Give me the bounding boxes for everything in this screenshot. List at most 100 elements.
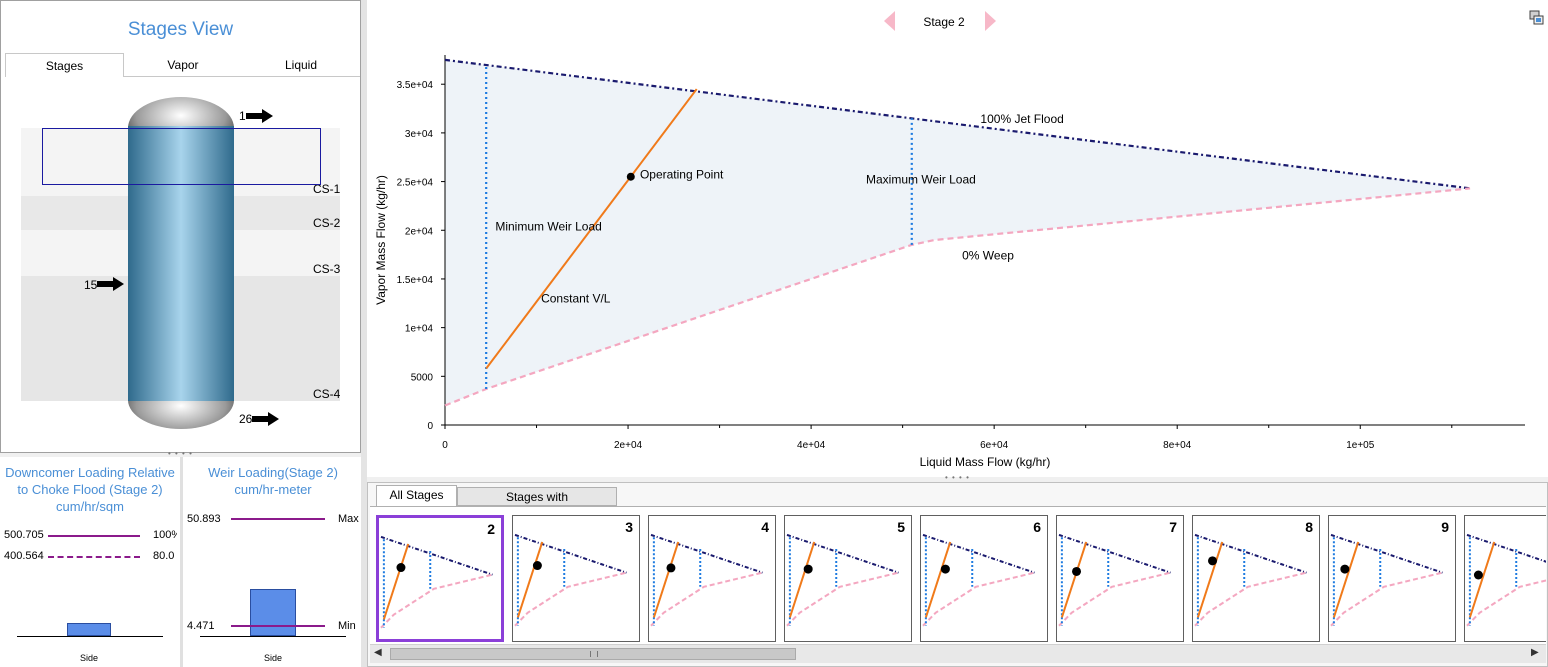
- y-tick-label: 0: [427, 421, 433, 432]
- stage-thumb[interactable]: 5: [784, 515, 912, 642]
- downcomer-units: cum/hr/sqm: [56, 499, 124, 514]
- thumb-weep-line: [650, 571, 763, 627]
- thumb-operating-point: [940, 564, 950, 574]
- y-tick-label: 2.5e+04: [397, 178, 434, 189]
- thumb-weep-line: [922, 571, 1035, 627]
- cs-2-label: CS-2: [313, 216, 341, 230]
- weir-max-line: [231, 518, 325, 520]
- stage-thumb[interactable]: 9: [1328, 515, 1456, 642]
- weir-min-value: 4.471: [187, 620, 215, 632]
- prev-stage-arrow-icon[interactable]: [884, 11, 896, 31]
- thumb-operating-point: [532, 561, 542, 571]
- stage-thumb[interactable]: 7: [1056, 515, 1184, 642]
- thumb-vl-line: [516, 541, 544, 618]
- x-tick-label: 4e+04: [797, 440, 826, 451]
- horizontal-scrollbar[interactable]: ◀ ▶: [370, 644, 1546, 663]
- arrow-right-icon[interactable]: [252, 412, 280, 426]
- cs-3-label: CS-3: [313, 262, 341, 276]
- thumb-operating-point: [1208, 556, 1218, 566]
- downcomer-line2-pct: 80.0: [153, 550, 175, 562]
- stage-thumb[interactable]: [1464, 515, 1546, 642]
- selected-stage-box[interactable]: [42, 128, 321, 185]
- stage-thumb-chart: [1058, 533, 1171, 627]
- tab-stages[interactable]: Stages: [5, 53, 124, 77]
- x-axis-label: Liquid Mass Flow (kg/hr): [920, 455, 1051, 469]
- export-icon[interactable]: [1529, 10, 1545, 26]
- downcomer-line1: [48, 535, 140, 537]
- y-tick-label: 3.5e+04: [397, 80, 434, 91]
- thumb-operating-point: [666, 563, 676, 573]
- tab-liquid[interactable]: Liquid: [242, 53, 360, 77]
- stream-label-26: 26: [239, 412, 253, 426]
- thumb-weep-line: [380, 573, 493, 629]
- thumb-operating-point: [1473, 570, 1483, 580]
- thumb-jet-flood-line: [786, 533, 899, 574]
- downcomer-bar-label: Side: [79, 653, 98, 663]
- thumb-vl-line: [924, 541, 952, 618]
- thumb-weep-line: [786, 571, 899, 627]
- x-tick-label: 2e+04: [614, 440, 643, 451]
- thumb-jet-flood-line: [514, 533, 627, 574]
- thumb-operating-point: [1072, 566, 1082, 576]
- thumb-vl-line: [382, 543, 410, 620]
- downcomer-bar: [67, 623, 111, 636]
- stage-thumb-chart: [786, 533, 899, 627]
- stage-thumb-chart: [514, 533, 627, 627]
- downcomer-line2-value: 400.564: [4, 550, 44, 562]
- weir-units: cum/hr-meter: [234, 482, 312, 497]
- thumb-weep-line: [1330, 571, 1443, 627]
- stream-label-15: 15: [84, 278, 98, 292]
- thumb-vl-line: [1468, 541, 1496, 618]
- stage-thumb-chart: [1194, 533, 1307, 627]
- chart-annotation: Minimum Weir Load: [495, 219, 601, 233]
- stage-thumb-chart: [922, 533, 1035, 627]
- scroll-grip-icon: [590, 651, 598, 657]
- operating-chart: 0 2e+04 4e+04 6e+04 8e+04 1e+05 0 5000 1e+04 1.5e…: [374, 55, 1525, 469]
- downcomer-line2: [48, 556, 140, 558]
- chart-annotation: Constant V/L: [541, 291, 611, 305]
- thumb-vl-line: [1060, 541, 1088, 618]
- thumb-operating-point: [803, 564, 813, 574]
- horizontal-splitter-main[interactable]: • • • •: [945, 473, 970, 482]
- scroll-right-icon[interactable]: ▶: [1531, 647, 1539, 658]
- stage-thumb[interactable]: 6: [920, 515, 1048, 642]
- thumb-operating-point: [396, 563, 406, 573]
- arrow-right-icon[interactable]: [97, 277, 125, 291]
- thumb-weep-line: [1466, 579, 1546, 627]
- next-stage-arrow-icon[interactable]: [984, 11, 996, 31]
- operating-point-marker: [626, 172, 635, 181]
- y-tick-label: 1e+04: [405, 324, 434, 335]
- thumb-weep-line: [1194, 571, 1307, 627]
- downcomer-title-2: to Choke Flood (Stage 2): [17, 482, 163, 497]
- stage-thumb-chart: [1330, 533, 1443, 627]
- stage-nav-label: Stage 2: [923, 15, 965, 29]
- stage-thumb[interactable]: 8: [1192, 515, 1320, 642]
- tab-vapor[interactable]: Vapor: [124, 53, 242, 77]
- x-tick-label: 0: [442, 440, 448, 451]
- stage-thumb[interactable]: 4: [648, 515, 776, 642]
- tab-stages-errors[interactable]: Stages with Errors/Warnings: [457, 487, 617, 523]
- thumb-weep-line: [514, 571, 627, 627]
- y-tick-label: 1.5e+04: [397, 275, 434, 286]
- thumb-jet-flood-line: [1194, 533, 1307, 574]
- stage-thumb[interactable]: 3: [512, 515, 640, 642]
- weir-min-label: Min: [338, 620, 356, 632]
- thumb-jet-flood-line: [1058, 533, 1171, 574]
- weir-baseline: [200, 636, 346, 637]
- downcomer-line1-value: 500.705: [4, 529, 44, 541]
- weir-bar: [250, 589, 296, 636]
- weir-title: Weir Loading(Stage 2): [208, 465, 338, 480]
- arrow-right-icon[interactable]: [246, 109, 274, 123]
- scroll-thumb[interactable]: [390, 648, 796, 660]
- y-tick-label: 5000: [411, 372, 434, 383]
- chart-annotation: 100% Jet Flood: [980, 112, 1063, 126]
- scroll-left-icon[interactable]: ◀: [374, 647, 382, 658]
- downcomer-panel: Downcomer Loading Relative to Choke Floo…: [0, 457, 180, 667]
- downcomer-baseline: [17, 636, 163, 637]
- weir-bar-label: Side: [263, 653, 282, 663]
- stage-thumb[interactable]: 2: [376, 515, 504, 642]
- thumb-strip: 23456789: [370, 507, 1546, 645]
- y-tick-label: 2e+04: [405, 226, 434, 237]
- downcomer-title-1: Downcomer Loading Relative: [5, 465, 175, 480]
- tab-all-stages[interactable]: All Stages: [376, 485, 457, 506]
